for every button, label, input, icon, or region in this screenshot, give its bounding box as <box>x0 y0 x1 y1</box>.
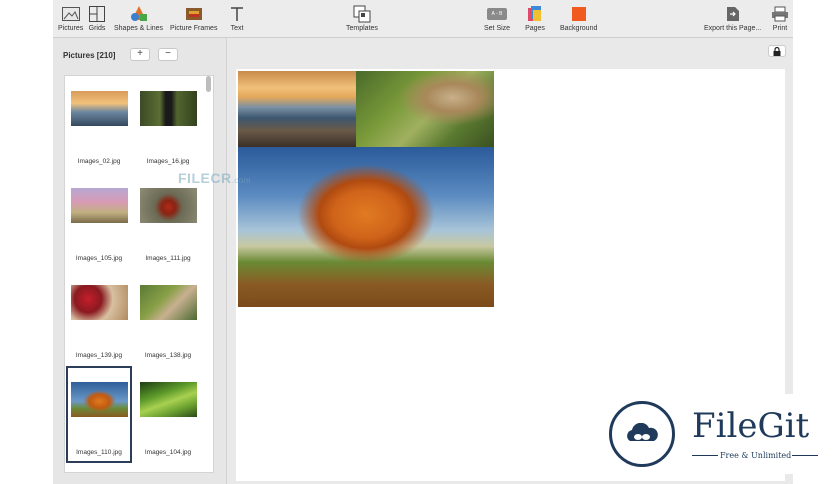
thumbnail-caption: Images_139.jpg <box>75 352 123 359</box>
thumbnail-image <box>71 91 128 126</box>
printer-icon <box>770 4 790 24</box>
tagline-rule-right <box>792 455 818 456</box>
print-label: Print <box>772 25 788 32</box>
export-label: Export this Page... <box>704 25 762 32</box>
thumbnail-image <box>71 188 128 223</box>
thumbnail-image <box>140 285 197 320</box>
filecr-watermark: FILECR.com <box>178 170 251 186</box>
set-size-tool[interactable]: A ◦ B Set Size <box>484 4 510 32</box>
templates-icon <box>352 4 372 24</box>
frame-icon <box>184 4 204 24</box>
thumbnail-caption: Images_104.jpg <box>144 449 192 456</box>
filegit-name: FileGit <box>692 406 810 446</box>
thumbnail-item[interactable]: Images_111.jpg <box>136 173 200 268</box>
filecr-domain: .com <box>231 176 251 185</box>
thumbnail-item[interactable]: Images_139.jpg <box>67 270 131 365</box>
filecr-brand: FILECR <box>178 170 232 186</box>
thumbnail-item[interactable]: Images_02.jpg <box>67 76 131 171</box>
thumbnail-image <box>140 188 197 223</box>
grids-label: Grids <box>88 25 106 32</box>
export-icon <box>723 4 743 24</box>
thumbnail-caption: Images_110.jpg <box>76 449 122 456</box>
templates-label: Templates <box>346 25 378 32</box>
thumbnail-item[interactable]: Images_105.jpg <box>67 173 131 268</box>
text-label: Text <box>230 25 244 32</box>
photo-sunset-lake[interactable] <box>238 71 356 147</box>
background-tool[interactable]: Background <box>560 4 597 32</box>
thumbnail-image <box>71 382 128 417</box>
set-size-icon: A ◦ B <box>487 4 508 24</box>
thumbnail-item[interactable]: Images_16.jpg <box>136 76 200 171</box>
thumbnail-item-selected[interactable]: Images_110.jpg <box>66 366 132 463</box>
set-size-label: Set Size <box>484 25 511 32</box>
shapes-icon <box>129 4 149 24</box>
pages-tool[interactable]: Pages <box>525 4 545 32</box>
picture-frames-tool[interactable]: Picture Frames <box>170 4 217 32</box>
photo-lynx[interactable] <box>356 71 494 147</box>
picture-icon <box>61 4 81 24</box>
thumbnail-caption: Images_138.jpg <box>144 352 192 359</box>
toolbar: Pictures Grids Shapes & Lines Picture Fr… <box>53 0 793 38</box>
pages-label: Pages <box>525 25 545 32</box>
grids-tool[interactable]: Grids <box>87 4 107 32</box>
pictures-sidebar: Pictures [210] + − Images_02.jpg Images_… <box>53 38 227 484</box>
thumbnail-scrollbar[interactable] <box>206 76 211 92</box>
thumbnail-caption: Images_111.jpg <box>145 255 191 262</box>
filegit-tagline: Free & Unlimited <box>720 451 792 460</box>
pictures-tool[interactable]: Pictures <box>58 4 83 32</box>
thumbnail-image <box>140 91 197 126</box>
picture-frames-label: Picture Frames <box>170 25 218 32</box>
lock-button[interactable] <box>768 45 786 57</box>
cloud-logo-icon <box>609 401 675 467</box>
text-tool[interactable]: Text <box>227 4 247 32</box>
tagline-rule-left <box>692 455 718 456</box>
templates-tool[interactable]: Templates <box>346 4 378 32</box>
shapes-tool[interactable]: Shapes & Lines <box>114 4 163 32</box>
add-picture-button[interactable]: + <box>130 48 150 61</box>
grid-icon <box>87 4 107 24</box>
thumbnail-caption: Images_16.jpg <box>146 158 190 165</box>
export-tool[interactable]: Export this Page... <box>704 4 761 32</box>
thumbnail-item[interactable]: Images_104.jpg <box>136 367 200 462</box>
thumbnail-image <box>140 382 197 417</box>
thumbnail-caption: Images_02.jpg <box>77 158 121 165</box>
thumbnail-caption: Images_105.jpg <box>75 255 123 262</box>
thumbnail-image <box>71 285 128 320</box>
pages-icon <box>525 4 545 24</box>
photo-autumn-tree[interactable] <box>238 147 494 307</box>
text-icon <box>227 4 247 24</box>
remove-picture-button[interactable]: − <box>158 48 178 61</box>
pictures-count-title: Pictures [210] <box>63 51 116 60</box>
pictures-label: Pictures <box>58 25 84 32</box>
lock-icon <box>773 46 781 56</box>
shapes-label: Shapes & Lines <box>114 25 164 32</box>
print-tool[interactable]: Print <box>770 4 790 32</box>
thumbnail-list[interactable]: Images_02.jpg Images_16.jpg Images_105.j… <box>64 75 214 473</box>
set-size-glyph: A ◦ B <box>487 8 508 20</box>
background-label: Background <box>560 25 598 32</box>
background-icon <box>569 4 589 24</box>
thumbnail-item[interactable]: Images_138.jpg <box>136 270 200 365</box>
filegit-logo: FileGit Free & Unlimited <box>602 394 836 474</box>
